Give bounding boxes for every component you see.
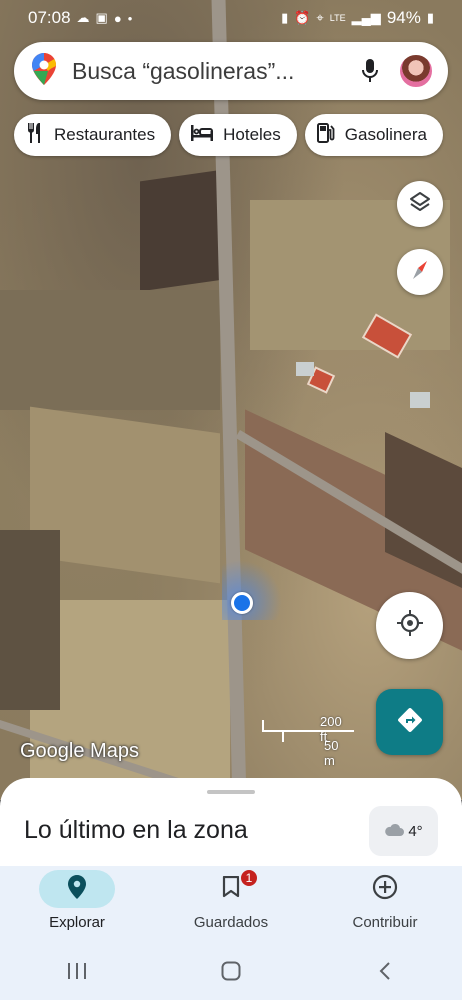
directions-button[interactable] — [376, 689, 443, 755]
nav-contribuir[interactable]: Contribuir — [308, 866, 462, 946]
recent-apps-button[interactable] — [47, 953, 107, 993]
battery-percent: 94% — [386, 8, 421, 27]
battery-icon: ▮ — [426, 10, 434, 25]
search-input[interactable]: Busca “gasolineras”... — [72, 58, 352, 85]
system-navigation-bar — [0, 946, 462, 1000]
chip-gasolineras[interactable]: Gasolinera — [304, 114, 443, 156]
nav-pill — [347, 870, 423, 908]
bookmark-icon — [222, 875, 240, 902]
building — [296, 362, 314, 376]
location-beam — [222, 560, 282, 620]
field-plot — [0, 290, 220, 410]
add-circle-icon — [372, 874, 398, 904]
bed-icon — [191, 124, 214, 146]
nav-pill: 1 — [193, 868, 269, 908]
location-pin-icon — [68, 875, 86, 903]
chat-icon: ● — [113, 10, 122, 26]
nav-guardados[interactable]: 1 Guardados — [154, 866, 308, 946]
alarm-icon: ⏰ — [294, 10, 311, 25]
chip-label: Gasolinera — [344, 125, 427, 144]
chip-label: Hoteles — [223, 125, 281, 144]
network-label: LTE — [329, 13, 346, 23]
compass-icon — [408, 258, 432, 287]
home-button[interactable] — [201, 953, 261, 993]
notification-badge: 1 — [239, 868, 259, 888]
scale-line — [262, 730, 354, 732]
status-bar: 07:08 ☁ ▣ ● • ▮ ⏰ ⌖ LTE ▂▄▆ 94% ▮ — [0, 0, 462, 36]
bottom-sheet[interactable]: Lo último en la zona 4° — [0, 778, 462, 868]
nav-label: Explorar — [49, 914, 105, 931]
dot-icon: • — [127, 10, 133, 26]
sheet-title: Lo último en la zona — [24, 816, 248, 844]
avatar[interactable] — [398, 53, 434, 89]
layers-button[interactable] — [397, 181, 443, 227]
crosshair-icon — [396, 609, 424, 642]
gas-station-icon — [316, 122, 335, 148]
scale-meters: 50 m — [324, 738, 339, 768]
bottom-navigation: Explorar 1 Guardados Contribuir — [0, 866, 462, 946]
back-button[interactable] — [355, 953, 415, 993]
category-chips: Restaurantes Hoteles Gasolinera — [14, 114, 443, 156]
google-maps-logo: Google Maps — [20, 740, 139, 762]
directions-icon — [397, 707, 423, 738]
cloud-icon — [384, 823, 405, 840]
status-time: 07:08 — [28, 8, 71, 27]
chip-label: Restaurantes — [54, 125, 156, 144]
nav-label: Contribuir — [352, 914, 418, 931]
microphone-icon[interactable] — [352, 53, 388, 89]
fork-knife-icon — [26, 122, 44, 148]
scale-tick — [282, 730, 284, 742]
weather-chip[interactable]: 4° — [369, 806, 438, 856]
nav-pill — [39, 870, 115, 908]
sheet-drag-handle[interactable] — [207, 790, 255, 794]
recent-apps-icon — [67, 962, 87, 985]
chip-restaurantes[interactable]: Restaurantes — [14, 114, 172, 156]
cloud-icon: ☁ — [76, 10, 90, 25]
dark-field — [0, 530, 60, 710]
nav-label: Guardados — [193, 914, 269, 931]
chip-hoteles[interactable]: Hoteles — [179, 114, 297, 156]
compass-button[interactable] — [397, 249, 443, 295]
home-icon — [221, 961, 241, 986]
nav-explorar[interactable]: Explorar — [0, 866, 154, 946]
my-location-button[interactable] — [376, 592, 443, 659]
signal-icon: ▂▄▆ — [351, 10, 381, 25]
search-bar[interactable]: Busca “gasolineras”... — [14, 42, 448, 100]
current-location-dot[interactable] — [231, 592, 253, 614]
layers-icon — [409, 191, 431, 218]
building — [410, 392, 430, 408]
maps-pin-logo-icon — [32, 52, 56, 90]
image-icon: ▣ — [95, 10, 108, 25]
back-chevron-icon — [379, 961, 391, 986]
location-icon: ⌖ — [316, 10, 324, 25]
scale-tick — [262, 720, 264, 732]
weather-temperature: 4° — [408, 822, 423, 840]
lock-icon: ▮ — [281, 10, 289, 25]
